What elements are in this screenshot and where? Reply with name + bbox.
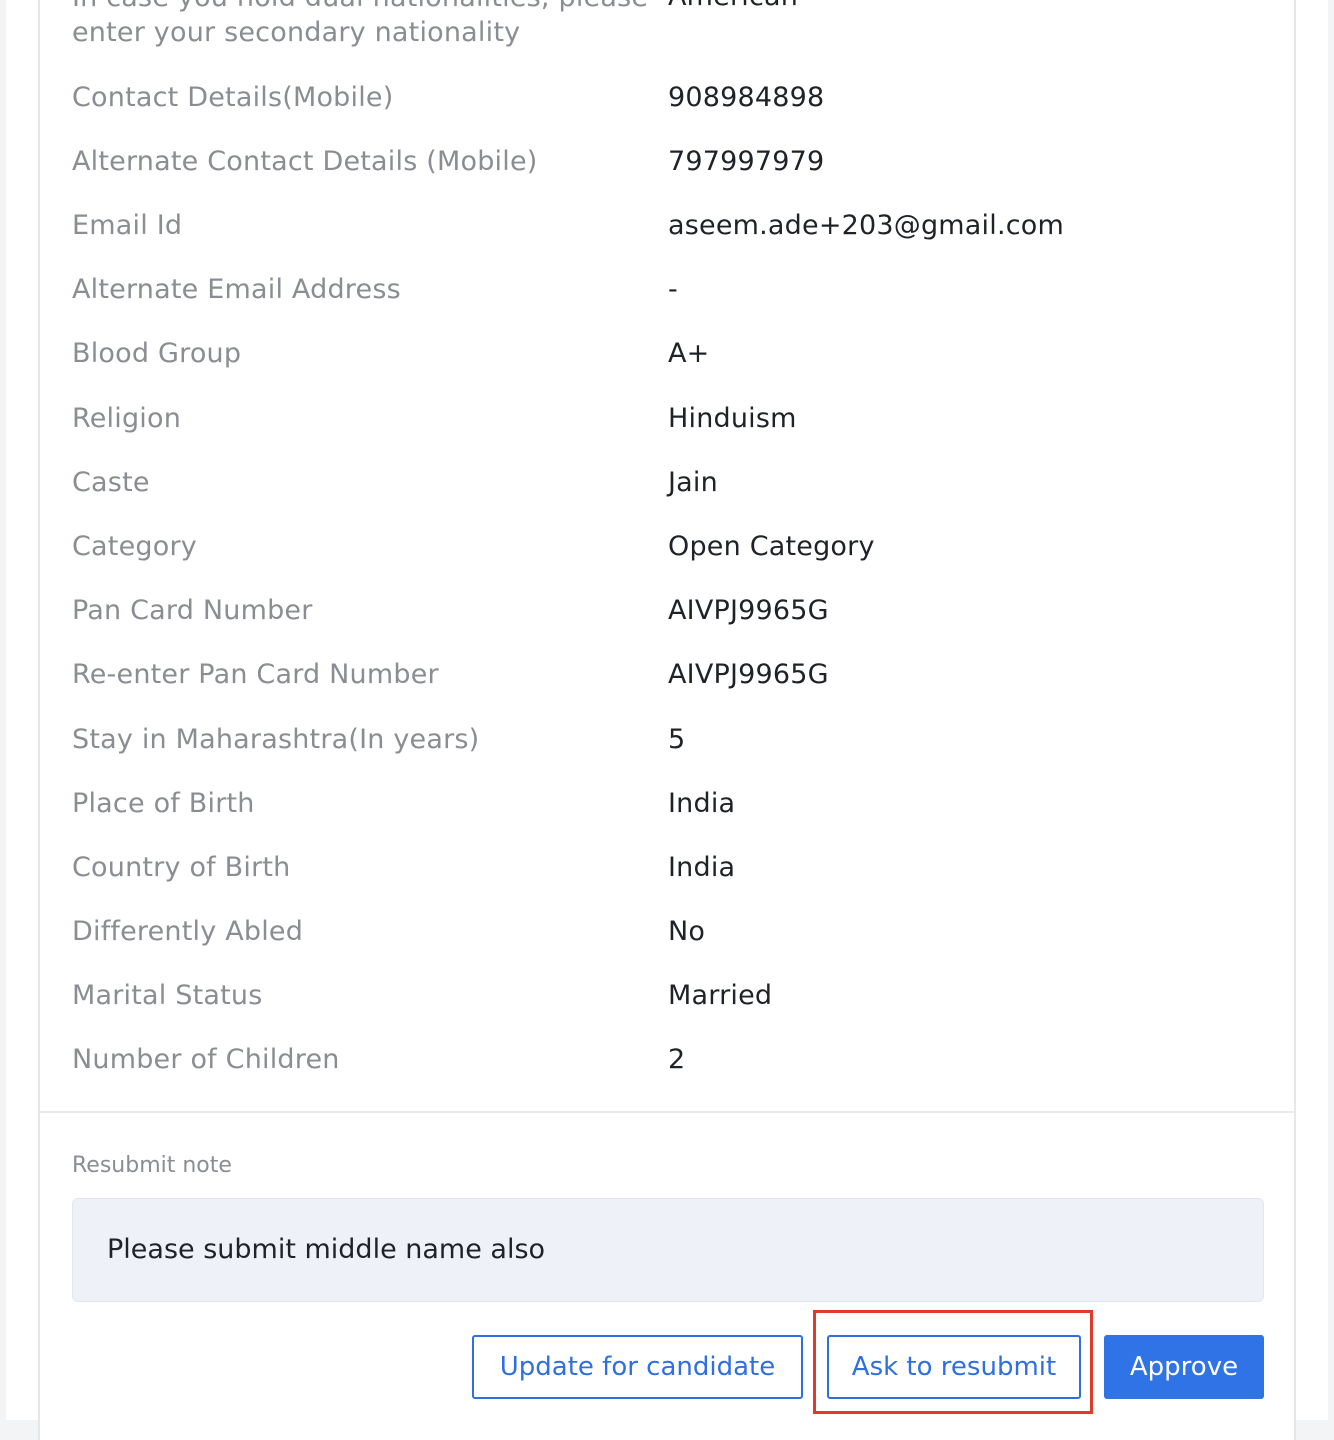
resubmit-note-box: Please submit middle name also (72, 1198, 1264, 1302)
detail-value: No (668, 916, 706, 947)
detail-row-reenter-pan-card: Re-enter Pan Card Number AIVPJ9965G (72, 658, 1252, 698)
detail-value: AIVPJ9965G (668, 595, 829, 626)
detail-value: 2 (668, 1044, 686, 1075)
detail-value: 5 (668, 724, 686, 755)
detail-label: Pan Card Number (72, 595, 313, 626)
section-divider (40, 1111, 1296, 1113)
detail-label: Contact Details(Mobile) (72, 82, 394, 113)
detail-label: Re-enter Pan Card Number (72, 659, 439, 690)
resubmit-note-label: Resubmit note (72, 1153, 232, 1178)
detail-label: Blood Group (72, 338, 242, 369)
detail-row-contact-mobile: Contact Details(Mobile) 908984898 (72, 81, 1252, 121)
update-for-candidate-button[interactable]: Update for candidate (472, 1335, 803, 1399)
detail-value: 797997979 (668, 146, 825, 177)
detail-row-country-of-birth: Country of Birth India (72, 851, 1252, 891)
detail-row-caste: Caste Jain (72, 466, 1252, 506)
detail-row-place-of-birth: Place of Birth India (72, 787, 1252, 827)
detail-row-differently-abled: Differently Abled No (72, 915, 1252, 955)
detail-value: India (668, 788, 736, 819)
detail-label: Marital Status (72, 980, 263, 1011)
detail-row-secondary-nationality: In case you hold dual nationalities, ple… (72, 0, 1252, 48)
detail-row-category: Category Open Category (72, 530, 1252, 570)
detail-row-email: Email Id aseem.ade+203@gmail.com (72, 209, 1252, 249)
detail-label: Alternate Email Address (72, 274, 401, 305)
highlight-box (813, 1310, 1093, 1414)
detail-label: Stay in Maharashtra(In years) (72, 724, 480, 755)
detail-value: Jain (668, 467, 718, 498)
approve-button[interactable]: Approve (1104, 1335, 1264, 1399)
detail-label: Alternate Contact Details (Mobile) (72, 146, 538, 177)
detail-row-religion: Religion Hinduism (72, 402, 1252, 442)
detail-value: AIVPJ9965G (668, 659, 829, 690)
detail-label: Religion (72, 403, 182, 434)
detail-value: Hinduism (668, 403, 797, 434)
detail-value: American (668, 0, 1248, 14)
detail-label: Caste (72, 467, 150, 498)
detail-row-alternate-email: Alternate Email Address - (72, 273, 1252, 313)
detail-row-stay-maharashtra: Stay in Maharashtra(In years) 5 (72, 723, 1252, 763)
detail-label: Differently Abled (72, 916, 304, 947)
detail-value: aseem.ade+203@gmail.com (668, 210, 1065, 241)
detail-value: A+ (668, 338, 710, 369)
detail-value: - (668, 274, 678, 305)
detail-row-blood-group: Blood Group A+ (72, 337, 1252, 377)
detail-value: Married (668, 980, 773, 1011)
detail-label: In case you hold dual nationalities, ple… (72, 0, 648, 48)
detail-row-pan-card: Pan Card Number AIVPJ9965G (72, 594, 1252, 634)
detail-value: Open Category (668, 531, 875, 562)
detail-label: Number of Children (72, 1044, 340, 1075)
resubmit-note-text: Please submit middle name also (107, 1234, 546, 1265)
detail-label: Category (72, 531, 197, 562)
detail-label: Country of Birth (72, 852, 291, 883)
detail-row-number-of-children: Number of Children 2 (72, 1043, 1252, 1083)
detail-value: India (668, 852, 736, 883)
detail-row-marital-status: Marital Status Married (72, 979, 1252, 1019)
detail-value: 908984898 (668, 82, 825, 113)
detail-label: Place of Birth (72, 788, 255, 819)
detail-row-alternate-contact: Alternate Contact Details (Mobile) 79799… (72, 145, 1252, 185)
detail-label: Email Id (72, 210, 183, 241)
